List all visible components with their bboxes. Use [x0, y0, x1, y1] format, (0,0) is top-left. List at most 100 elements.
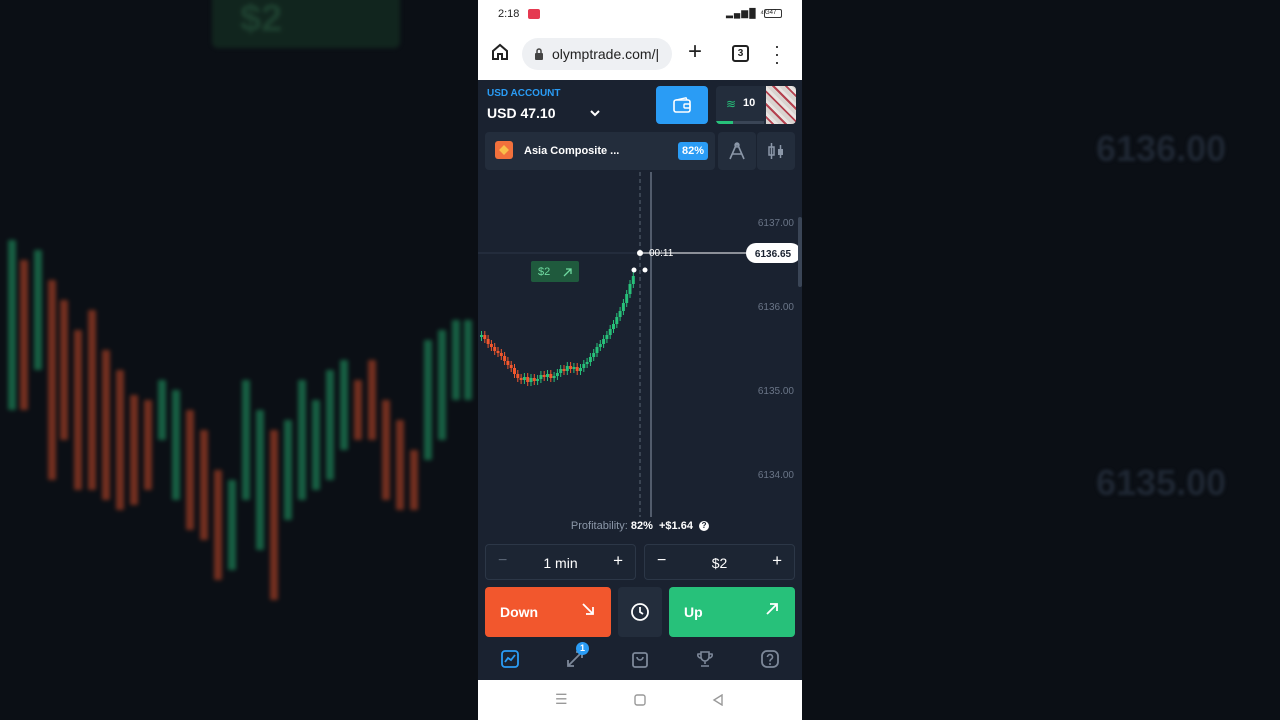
candle — [579, 368, 582, 371]
avatar[interactable] — [766, 86, 796, 124]
chart-type-button[interactable] — [757, 132, 795, 170]
arrow-up-right-icon — [765, 602, 779, 621]
market-icon[interactable] — [629, 649, 651, 671]
candle — [503, 356, 507, 361]
candle — [602, 339, 606, 344]
bg-candle — [242, 380, 250, 500]
bottom-nav: 1 — [478, 640, 802, 680]
bg-candle — [34, 250, 42, 370]
more-vert-icon[interactable]: · · · — [774, 37, 780, 71]
bg-price-label: 6136.00 — [1096, 128, 1227, 169]
candle — [605, 335, 609, 339]
profitability-percent: 82% — [630, 520, 653, 532]
profitability-line: Profitability: 82% +$1.64 ? — [478, 520, 802, 532]
expiry-timer: 00:11 — [649, 248, 674, 259]
wallet-icon — [673, 97, 691, 113]
battery-icon: 47 — [764, 9, 782, 18]
plus-icon[interactable]: + — [688, 38, 702, 66]
candle — [575, 367, 579, 371]
candle — [513, 368, 516, 374]
status-rank[interactable]: ≋ 10 — [716, 86, 796, 124]
bg-candle — [270, 430, 278, 600]
bg-candle — [410, 450, 418, 510]
duration-increase-button[interactable]: + — [613, 551, 623, 571]
candle — [612, 324, 615, 329]
down-button[interactable]: Down — [485, 587, 611, 637]
help-icon[interactable]: ? — [699, 521, 710, 532]
candle — [532, 378, 536, 381]
candle — [598, 344, 602, 347]
lock-icon — [534, 47, 544, 60]
system-nav: ☰ — [478, 680, 802, 720]
candle — [542, 375, 546, 377]
bg-candle — [298, 380, 306, 500]
bg-candle — [424, 340, 432, 460]
up-button[interactable]: Up — [669, 587, 795, 637]
bg-candle — [214, 470, 222, 580]
profitability-label: Profitability: — [570, 520, 628, 532]
price-tick: 6135.00 — [758, 386, 795, 397]
amount-increase-button[interactable]: + — [772, 551, 782, 571]
candle — [621, 303, 625, 311]
candle — [555, 373, 559, 376]
candle — [526, 377, 530, 382]
clock-button[interactable] — [618, 587, 662, 637]
status-time: 2:18 — [498, 8, 520, 20]
rank-value: 10 — [743, 97, 756, 109]
home-icon[interactable] — [490, 42, 510, 64]
bg-candle — [368, 360, 376, 440]
bg-candle — [88, 310, 96, 490]
current-price-dot — [637, 250, 643, 256]
candle — [499, 353, 503, 356]
chart-scrollbar[interactable] — [798, 217, 802, 287]
bg-candle — [284, 420, 292, 520]
bg-candle — [354, 380, 362, 440]
bg-trade-marker: $2 — [212, 0, 400, 48]
asset-selector[interactable]: Asia Composite ... 82% — [485, 132, 715, 170]
drawing-tools-button[interactable] — [718, 132, 756, 170]
tabs-icon[interactable]: 3 — [732, 45, 749, 62]
bg-candle — [60, 300, 68, 440]
bg-candle — [74, 330, 82, 490]
candle — [559, 369, 563, 373]
candle — [569, 366, 573, 369]
price-tick: 6136.00 — [758, 302, 795, 313]
recording-icon — [528, 9, 540, 19]
bg-candle — [228, 480, 236, 570]
candle — [585, 362, 589, 364]
bg-candle — [312, 400, 320, 490]
account-label: USD ACCOUNT — [487, 88, 561, 99]
home-nav-icon[interactable] — [634, 693, 646, 709]
candle — [608, 329, 612, 335]
help-icon[interactable] — [759, 649, 781, 671]
rank-icon: ≋ — [726, 97, 737, 111]
deposit-button[interactable] — [656, 86, 708, 124]
amount-stepper: − $2 + — [644, 544, 795, 580]
trophy-icon[interactable] — [694, 649, 716, 671]
chart-icon[interactable] — [499, 649, 521, 671]
candle — [562, 369, 566, 371]
address-bar[interactable]: olymptrade.com/| — [522, 38, 672, 70]
candle — [552, 376, 556, 378]
candle — [522, 377, 526, 380]
bg-candle — [186, 410, 194, 530]
bg-candle — [130, 395, 138, 505]
recents-icon[interactable]: ☰ — [555, 691, 568, 708]
price-chart[interactable]: 6137.00 6136.00 6135.00 6134.00 00:11 61… — [478, 172, 802, 517]
candle — [493, 347, 497, 351]
candle — [519, 378, 523, 380]
candle — [483, 335, 487, 339]
candle — [546, 374, 549, 377]
candle — [625, 294, 629, 303]
chevron-down-icon — [590, 106, 600, 120]
candle — [631, 276, 635, 284]
profitability-amount: +$1.64 — [659, 520, 693, 532]
candle — [489, 344, 493, 347]
bg-candle — [382, 400, 390, 500]
candle — [615, 317, 619, 324]
candle — [536, 379, 540, 381]
bg-candle — [116, 370, 124, 510]
back-icon[interactable] — [712, 693, 724, 709]
asset-payout-badge: 82% — [678, 142, 708, 160]
browser-toolbar: olymptrade.com/| + 3 · · · — [478, 28, 802, 80]
